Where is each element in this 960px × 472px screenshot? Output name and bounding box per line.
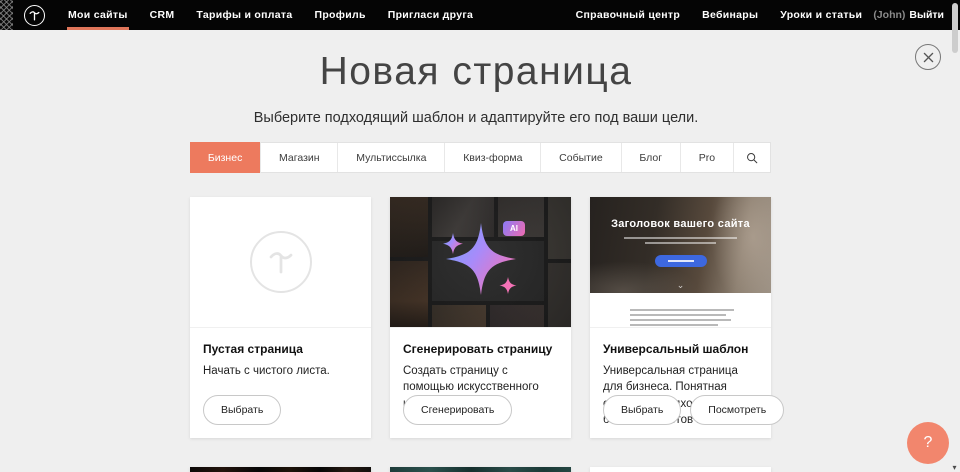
- blank-page-preview: [190, 197, 371, 328]
- scrollbar-down-arrow[interactable]: ▾: [950, 464, 959, 472]
- template-category-tabs: Бизнес Магазин Мультиссылка Квиз-форма С…: [190, 142, 771, 173]
- nav-item-tariffs[interactable]: Тарифы и оплата: [185, 0, 303, 30]
- tab-event[interactable]: Событие: [541, 143, 621, 172]
- tilda-logo-button[interactable]: [13, 0, 55, 30]
- tab-blog[interactable]: Блог: [622, 143, 681, 172]
- card-body: Пустая страница Начать с чистого листа. …: [190, 328, 371, 438]
- user-name: (John): [873, 0, 909, 30]
- template-hero: Заголовок вашего сайта ⌄: [590, 197, 771, 293]
- template-cards-grid: Пустая страница Начать с чистого листа. …: [190, 197, 771, 438]
- page-subtitle: Выберите подходящий шаблон и адаптируйте…: [0, 110, 952, 126]
- card-title: Универсальный шаблон: [603, 342, 758, 356]
- top-navbar: Мои сайты CRM Тарифы и оплата Профиль Пр…: [0, 0, 960, 30]
- tab-pro[interactable]: Pro: [681, 143, 734, 172]
- tab-store[interactable]: Магазин: [261, 143, 338, 172]
- tab-quiz-form[interactable]: Квиз-форма: [445, 143, 541, 172]
- navbar-left-menu: Мои сайты CRM Тарифы и оплата Профиль Пр…: [57, 0, 484, 30]
- scrollbar-thumb[interactable]: [952, 3, 958, 53]
- card-ai-generate[interactable]: AI Сгенерировать страницу Создать страни…: [390, 197, 571, 438]
- generate-button[interactable]: Сгенерировать: [403, 395, 512, 425]
- nav-item-my-sites[interactable]: Мои сайты: [57, 0, 139, 30]
- search-icon: [746, 152, 758, 164]
- select-blank-button[interactable]: Выбрать: [203, 395, 281, 425]
- tab-multilink[interactable]: Мультиссылка: [338, 143, 445, 172]
- ai-sparkle-icon: [390, 197, 571, 327]
- logout-link[interactable]: Выйти: [909, 0, 944, 30]
- card-blank-page[interactable]: Пустая страница Начать с чистого листа. …: [190, 197, 371, 438]
- template-card-partial[interactable]: [590, 467, 771, 472]
- template-preview: Заголовок вашего сайта ⌄: [590, 197, 771, 328]
- card-universal-template[interactable]: Заголовок вашего сайта ⌄ Универсальный ш…: [590, 197, 771, 438]
- tilda-logo-icon: [24, 5, 45, 26]
- nav-item-webinars[interactable]: Вебинары: [691, 0, 769, 30]
- template-cards-grid-row2: [190, 467, 771, 472]
- select-template-button[interactable]: Выбрать: [603, 395, 681, 425]
- card-title: Сгенерировать страницу: [403, 342, 558, 356]
- help-button[interactable]: ?: [907, 422, 949, 464]
- template-hero-title: Заголовок вашего сайта: [590, 218, 771, 230]
- tilda-logo-outline-icon: [250, 231, 312, 293]
- template-cta-button: [655, 255, 707, 267]
- ai-generate-preview: AI: [390, 197, 571, 328]
- template-paragraph-placeholder: [630, 309, 737, 328]
- texture-strip: [0, 0, 13, 30]
- chevron-down-icon: ⌄: [590, 280, 771, 291]
- card-body: Универсальный шаблон Универсальная стран…: [590, 328, 771, 438]
- card-description: Начать с чистого листа.: [203, 363, 358, 379]
- template-card-partial[interactable]: [390, 467, 571, 472]
- card-body: Сгенерировать страницу Создать страницу …: [390, 328, 571, 438]
- view-template-button[interactable]: Посмотреть: [690, 395, 784, 425]
- nav-item-invite-friend[interactable]: Пригласи друга: [377, 0, 484, 30]
- search-tab[interactable]: [734, 143, 770, 172]
- nav-item-profile[interactable]: Профиль: [303, 0, 376, 30]
- ai-badge: AI: [503, 221, 525, 236]
- nav-item-crm[interactable]: CRM: [139, 0, 186, 30]
- page-title: Новая страница: [0, 50, 952, 94]
- tab-business[interactable]: Бизнес: [190, 142, 261, 173]
- template-card-partial[interactable]: [190, 467, 371, 472]
- nav-item-lessons[interactable]: Уроки и статьи: [769, 0, 873, 30]
- card-title: Пустая страница: [203, 342, 358, 356]
- nav-item-help-center[interactable]: Справочный центр: [565, 0, 691, 30]
- navbar-right-menu: Справочный центр Вебинары Уроки и статьи…: [565, 0, 944, 30]
